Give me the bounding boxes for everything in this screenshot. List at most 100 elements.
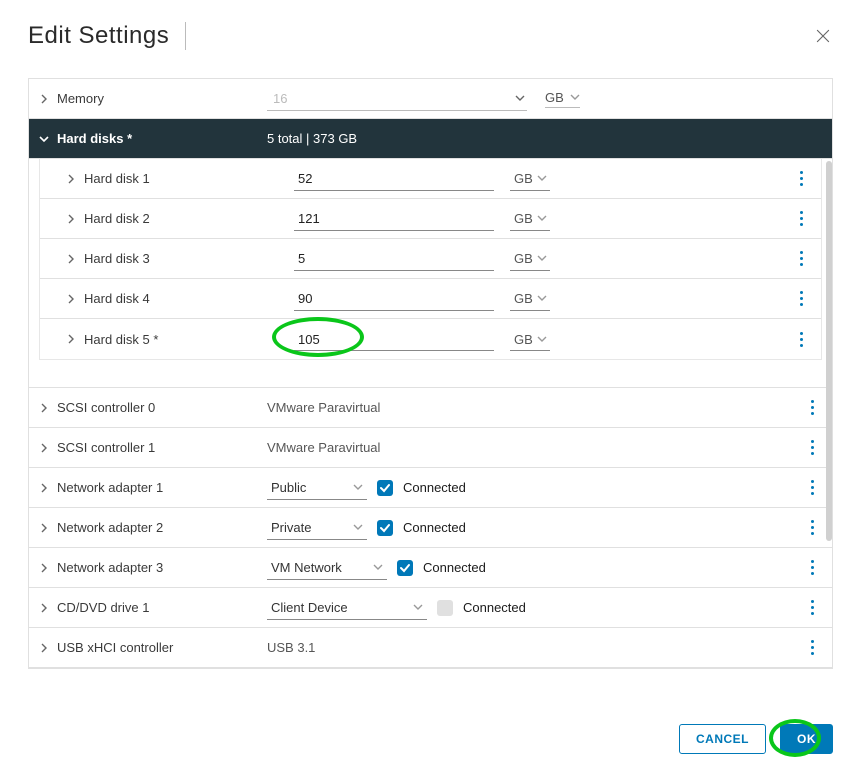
hard-disk-1-actions[interactable] xyxy=(791,167,811,191)
chevron-down-icon xyxy=(537,211,547,226)
chevron-down-icon xyxy=(537,291,547,306)
edit-settings-dialog: Edit Settings Memory 16 xyxy=(0,0,861,772)
network-1-row[interactable]: Network adapter 1 Public Connected xyxy=(29,468,832,508)
chevron-down-icon xyxy=(537,332,547,347)
hard-disk-4-unit-select[interactable]: GB xyxy=(510,287,550,311)
hard-disk-3-size-input[interactable] xyxy=(294,247,494,271)
hard-disk-1-label: Hard disk 1 xyxy=(84,171,294,186)
hard-disk-3-unit-select[interactable]: GB xyxy=(510,247,550,271)
spacer xyxy=(29,370,832,388)
hard-disk-4-size-input[interactable] xyxy=(294,287,494,311)
chevron-right-icon xyxy=(39,563,49,573)
network-1-label: Network adapter 1 xyxy=(57,480,267,495)
hard-disk-3-row[interactable]: Hard disk 3GB xyxy=(40,239,821,279)
memory-row[interactable]: Memory 16 GB xyxy=(29,79,832,119)
usb-actions[interactable] xyxy=(802,636,822,660)
hard-disks-summary-wrap: 5 total | 373 GB xyxy=(267,131,818,146)
scsi-1-label: SCSI controller 1 xyxy=(57,440,267,455)
hard-disk-2-body: GB xyxy=(294,207,807,231)
memory-label: Memory xyxy=(57,91,267,106)
hard-disk-4-label: Hard disk 4 xyxy=(84,291,294,306)
cddvd-select[interactable]: Client Device xyxy=(267,596,427,620)
network-3-label: Network adapter 3 xyxy=(57,560,267,575)
check-icon xyxy=(379,522,391,534)
hard-disk-1-size-input[interactable] xyxy=(294,167,494,191)
scsi-0-actions[interactable] xyxy=(802,396,822,420)
chevron-down-icon xyxy=(39,134,49,144)
scsi-1-actions[interactable] xyxy=(802,436,822,460)
memory-body: 16 GB xyxy=(267,87,818,111)
memory-value: 16 xyxy=(267,91,287,106)
hard-disk-4-row[interactable]: Hard disk 4 GB xyxy=(40,279,821,319)
check-icon xyxy=(379,482,391,494)
chevron-down-icon xyxy=(413,600,423,615)
network-3-row[interactable]: Network adapter 3 VM Network Connected xyxy=(29,548,832,588)
hard-disk-4-unit-text: GB xyxy=(514,291,533,306)
hard-disk-5-size-input[interactable] xyxy=(294,327,494,351)
network-2-value: Private xyxy=(271,520,311,535)
hard-disk-5-body: GB xyxy=(294,327,807,351)
scsi-0-value: VMware Paravirtual xyxy=(267,400,380,415)
network-1-value: Public xyxy=(271,480,306,495)
hard-disk-4-actions[interactable] xyxy=(791,287,811,311)
scsi-0-row[interactable]: SCSI controller 0 VMware Paravirtual xyxy=(29,388,832,428)
network-3-actions[interactable] xyxy=(802,556,822,580)
scsi-0-label: SCSI controller 0 xyxy=(57,400,267,415)
chevron-down-icon xyxy=(537,171,547,186)
network-2-select[interactable]: Private xyxy=(267,516,367,540)
hard-disk-5-actions[interactable] xyxy=(791,327,811,351)
hard-disks-subpanel: Hard disk 1GBHard disk 2GBHard disk 3GBH… xyxy=(39,159,822,360)
hard-disk-1-row[interactable]: Hard disk 1 GB xyxy=(40,159,821,199)
network-1-actions[interactable] xyxy=(802,476,822,500)
chevron-down-icon xyxy=(353,480,363,495)
network-3-connected-label: Connected xyxy=(423,560,486,575)
network-3-connected-checkbox[interactable] xyxy=(397,560,413,576)
memory-input[interactable]: 16 xyxy=(267,87,527,111)
hard-disk-3-unit-text: GB xyxy=(514,251,533,266)
chevron-right-icon xyxy=(39,483,49,493)
scsi-1-value: VMware Paravirtual xyxy=(267,440,380,455)
hard-disk-1-unit-text: GB xyxy=(514,171,533,186)
memory-unit-text: GB xyxy=(545,90,564,105)
cddvd-actions[interactable] xyxy=(802,596,822,620)
network-1-connected-checkbox[interactable] xyxy=(377,480,393,496)
network-2-row[interactable]: Network adapter 2 Private Connected xyxy=(29,508,832,548)
check-icon xyxy=(399,562,411,574)
network-3-select[interactable]: VM Network xyxy=(267,556,387,580)
cancel-button[interactable]: CANCEL xyxy=(679,724,766,754)
hard-disks-section[interactable]: Hard disks * 5 total | 373 GB xyxy=(29,119,832,159)
settings-panel: Memory 16 GB xyxy=(28,78,833,669)
network-2-actions[interactable] xyxy=(802,516,822,540)
close-icon xyxy=(815,28,831,44)
hard-disk-2-actions[interactable] xyxy=(791,207,811,231)
hard-disk-4-body: GB xyxy=(294,287,807,311)
memory-unit-select[interactable]: GB xyxy=(545,90,580,108)
chevron-right-icon xyxy=(39,643,49,653)
hard-disks-summary: 5 total | 373 GB xyxy=(267,131,357,146)
hard-disk-5-row[interactable]: Hard disk 5 *GB xyxy=(40,319,821,359)
close-button[interactable] xyxy=(815,28,835,48)
usb-row[interactable]: USB xHCI controller USB 3.1 xyxy=(29,628,832,668)
hard-disk-2-label: Hard disk 2 xyxy=(84,211,294,226)
hard-disk-1-unit-select[interactable]: GB xyxy=(510,167,550,191)
hard-disk-2-unit-text: GB xyxy=(514,211,533,226)
hard-disk-2-size-input[interactable] xyxy=(294,207,494,231)
chevron-right-icon xyxy=(66,334,76,344)
chevron-right-icon xyxy=(66,214,76,224)
chevron-down-icon xyxy=(537,251,547,266)
hard-disk-2-row[interactable]: Hard disk 2 GB xyxy=(40,199,821,239)
cddvd-label: CD/DVD drive 1 xyxy=(57,600,267,615)
scsi-1-row[interactable]: SCSI controller 1 VMware Paravirtual xyxy=(29,428,832,468)
cddvd-connected-checkbox[interactable] xyxy=(437,600,453,616)
network-2-connected-checkbox[interactable] xyxy=(377,520,393,536)
hard-disk-3-actions[interactable] xyxy=(791,247,811,271)
chevron-down-icon xyxy=(373,560,383,575)
hard-disk-2-unit-select[interactable]: GB xyxy=(510,207,550,231)
network-1-select[interactable]: Public xyxy=(267,476,367,500)
cddvd-row[interactable]: CD/DVD drive 1 Client Device Connected xyxy=(29,588,832,628)
scrollbar[interactable] xyxy=(826,161,832,541)
usb-label: USB xHCI controller xyxy=(57,640,267,655)
ok-button[interactable]: OK xyxy=(780,724,833,754)
hard-disk-5-unit-select[interactable]: GB xyxy=(510,327,550,351)
network-1-connected-label: Connected xyxy=(403,480,466,495)
